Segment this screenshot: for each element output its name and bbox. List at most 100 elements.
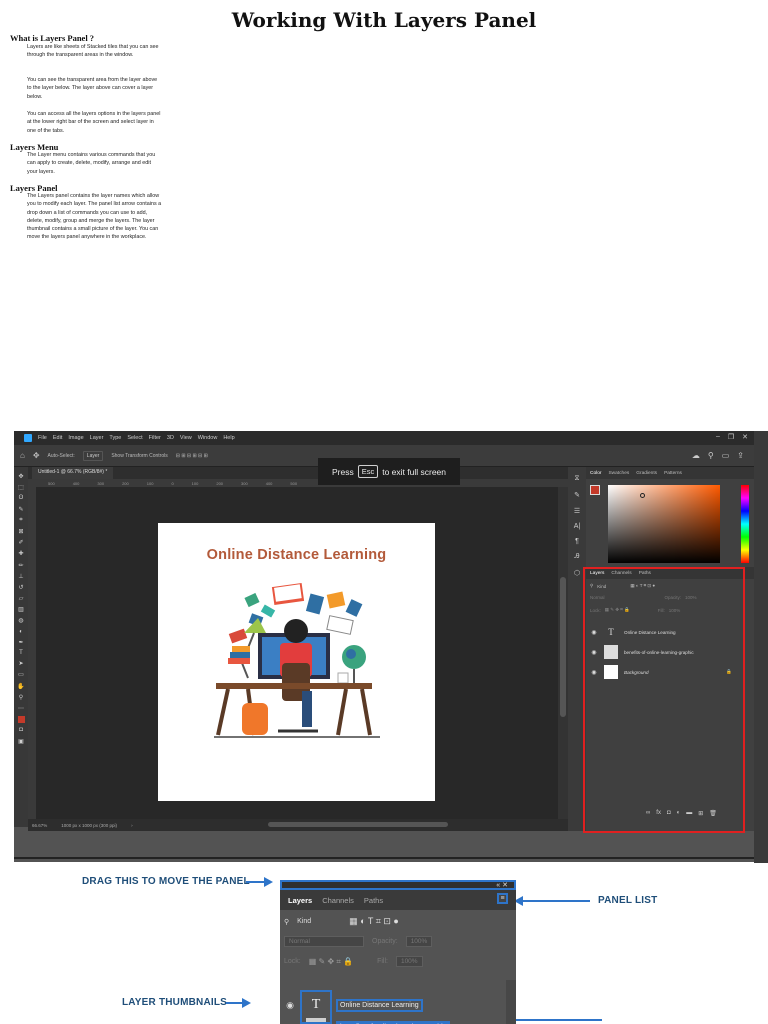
opacity-label: Opacity: — [372, 938, 398, 945]
move-tool-icon[interactable]: ✥ — [18, 473, 23, 480]
blend-row: Normal Opacity: 100% — [284, 936, 433, 947]
panel-drag-bar[interactable]: « ✕ — [280, 880, 516, 890]
collapse-close-icons[interactable]: « ✕ — [496, 881, 508, 889]
align-icons[interactable]: ⊟ ⊞ ⊟ ⊞ ⊟ ⊞ — [176, 453, 208, 459]
tab-paths[interactable]: Paths — [364, 896, 383, 905]
tab-channels[interactable]: Channels — [322, 896, 354, 905]
pen-tool-icon[interactable]: ✒ — [18, 639, 23, 646]
close-icon[interactable]: ✕ — [742, 433, 748, 441]
tab-patterns[interactable]: Patterns — [664, 471, 682, 476]
quick-mask-icon[interactable]: ◘ — [19, 727, 23, 733]
vertical-scrollbar[interactable] — [558, 487, 568, 819]
stamp-tool-icon[interactable]: ⊥ — [18, 573, 23, 580]
frame-tool-icon[interactable]: ⊠ — [18, 528, 23, 535]
layers-scrollbar[interactable] — [506, 980, 516, 1024]
tab-layers[interactable]: Layers — [288, 896, 312, 905]
marquee-tool-icon[interactable]: ⬚ — [18, 484, 24, 491]
menu-item-file[interactable]: File — [38, 435, 47, 441]
eyedropper-tool-icon[interactable]: ✐ — [18, 539, 23, 546]
menu-item-filter[interactable]: Filter — [149, 435, 161, 441]
move-tool-icon[interactable]: ✥ — [33, 451, 40, 460]
thumbnails-label: LAYER THUMBNAILS — [122, 997, 228, 1008]
hand-tool-icon[interactable]: ✋ — [17, 683, 24, 690]
fill-value[interactable]: 100% — [395, 956, 423, 967]
menu-item-layer[interactable]: Layer — [90, 435, 104, 441]
menu-item-help[interactable]: Help — [223, 435, 234, 441]
tab-color[interactable]: Color — [590, 471, 601, 476]
thumbnails-highlight — [300, 990, 332, 1024]
horizontal-scroll-thumb[interactable] — [268, 822, 448, 827]
menu-item-select[interactable]: Select — [127, 435, 142, 441]
panel-list-label: PANEL LIST — [598, 895, 658, 906]
opacity-value[interactable]: 100% — [405, 936, 433, 947]
desk-leg — [216, 688, 230, 736]
color-panel: Color Swatches Gradients Patterns — [586, 467, 754, 567]
document-canvas[interactable]: Online Distance Learning — [158, 523, 435, 801]
document-tab[interactable]: Untitled-1 @ 66.7% (RGB/8#) * — [32, 467, 114, 479]
tab-swatches[interactable]: Swatches — [608, 471, 629, 476]
path-select-tool-icon[interactable]: ➤ — [18, 660, 23, 667]
restore-icon[interactable]: ❐ — [728, 433, 734, 441]
history-icon[interactable]: ⧖ — [575, 475, 580, 483]
visibility-eye-icon[interactable]: ◉ — [284, 1000, 296, 1011]
screen-mode-icon[interactable]: ▣ — [18, 738, 24, 745]
picker-handle[interactable] — [640, 493, 645, 498]
quick-select-tool-icon[interactable]: ✎ — [18, 506, 23, 513]
foreground-color-swatch[interactable] — [17, 716, 25, 724]
adjustments-icon[interactable]: ☰ — [574, 507, 580, 515]
online-learning-illustration — [214, 582, 380, 738]
blur-tool-icon[interactable]: ◍ — [18, 617, 23, 624]
more-tools-icon[interactable]: ⋯ — [18, 705, 24, 712]
menu-item-3d[interactable]: 3D — [167, 435, 174, 441]
show-transform-checkbox[interactable]: Show Transform Controls — [111, 453, 167, 459]
foreground-swatch[interactable] — [590, 485, 600, 495]
person-head — [284, 619, 308, 643]
paragraph: The Layers panel contains the layer name… — [27, 193, 162, 241]
menu-item-type[interactable]: Type — [109, 435, 121, 441]
menu-item-view[interactable]: View — [180, 435, 192, 441]
menu-item-window[interactable]: Window — [198, 435, 218, 441]
history-brush-icon[interactable]: ↺ — [18, 584, 23, 591]
cloud-icon[interactable]: ☁ — [692, 451, 700, 460]
crop-tool-icon[interactable]: ⌗ — [19, 517, 22, 524]
paragraph-icon[interactable]: ¶ — [575, 538, 579, 545]
glyphs-icon[interactable]: Ꭿ — [574, 553, 579, 561]
dodge-tool-icon[interactable]: ◐ — [19, 629, 23, 635]
horizontal-ruler: 500 400 300 200 100 0 100 200 300 400 50… — [28, 479, 568, 487]
color-picker-field[interactable] — [608, 485, 720, 563]
kind-filter-dropdown[interactable]: Kind — [297, 918, 311, 925]
menu-item-edit[interactable]: Edit — [53, 435, 62, 441]
gradient-tool-icon[interactable]: ▥ — [18, 606, 24, 613]
healing-tool-icon[interactable]: ✚ — [18, 550, 23, 557]
lock-icons[interactable]: ▦ ✎ ✥ ⌗ 🔒 — [309, 957, 353, 967]
type-tool-icon[interactable]: T — [19, 650, 23, 656]
closeup-tabs: Layers Channels Paths ≡ — [280, 890, 516, 910]
shape-tool-icon[interactable]: ▭ — [18, 671, 24, 678]
tab-gradients[interactable]: Gradients — [636, 471, 657, 476]
lasso-tool-icon[interactable]: ʘ — [19, 495, 24, 501]
hue-slider[interactable] — [741, 485, 749, 563]
eraser-tool-icon[interactable]: ▱ — [19, 595, 24, 602]
share-icon[interactable]: ⇪ — [737, 451, 744, 460]
panel-menu-icon[interactable]: ≡ — [497, 893, 508, 904]
scroll-thumb[interactable] — [560, 577, 566, 717]
brush-tool-icon[interactable]: ✏ — [18, 562, 23, 569]
brush-settings-icon[interactable]: ✎ — [574, 491, 580, 499]
home-icon[interactable]: ⌂ — [20, 451, 25, 460]
auto-select-dropdown[interactable]: Layer — [82, 450, 104, 461]
filter-icons[interactable]: ▦ ◐ T ⌗ ⊡ ● — [349, 916, 399, 927]
search-icon[interactable]: ⚲ — [708, 451, 714, 460]
minimize-icon[interactable]: – — [716, 433, 720, 441]
person-legs — [302, 691, 312, 727]
blend-mode-dropdown[interactable]: Normal — [284, 936, 364, 947]
auto-select-checkbox[interactable]: Auto-Select: — [48, 453, 75, 459]
status-arrow-icon[interactable]: › — [131, 823, 133, 828]
layer-name[interactable]: Online Distance Learning — [336, 998, 423, 1012]
zoom-tool-icon[interactable]: ⚲ — [19, 694, 23, 701]
workspace-icon[interactable]: ▭ — [722, 451, 730, 460]
character-icon[interactable]: A| — [574, 523, 581, 530]
menu-item-image[interactable]: Image — [68, 435, 83, 441]
3d-icon[interactable]: ⬡ — [574, 569, 580, 577]
layer-name[interactable]: benefits-of-online-learning-graphic — [336, 1020, 451, 1024]
zoom-level[interactable]: 66.67% — [32, 823, 47, 828]
